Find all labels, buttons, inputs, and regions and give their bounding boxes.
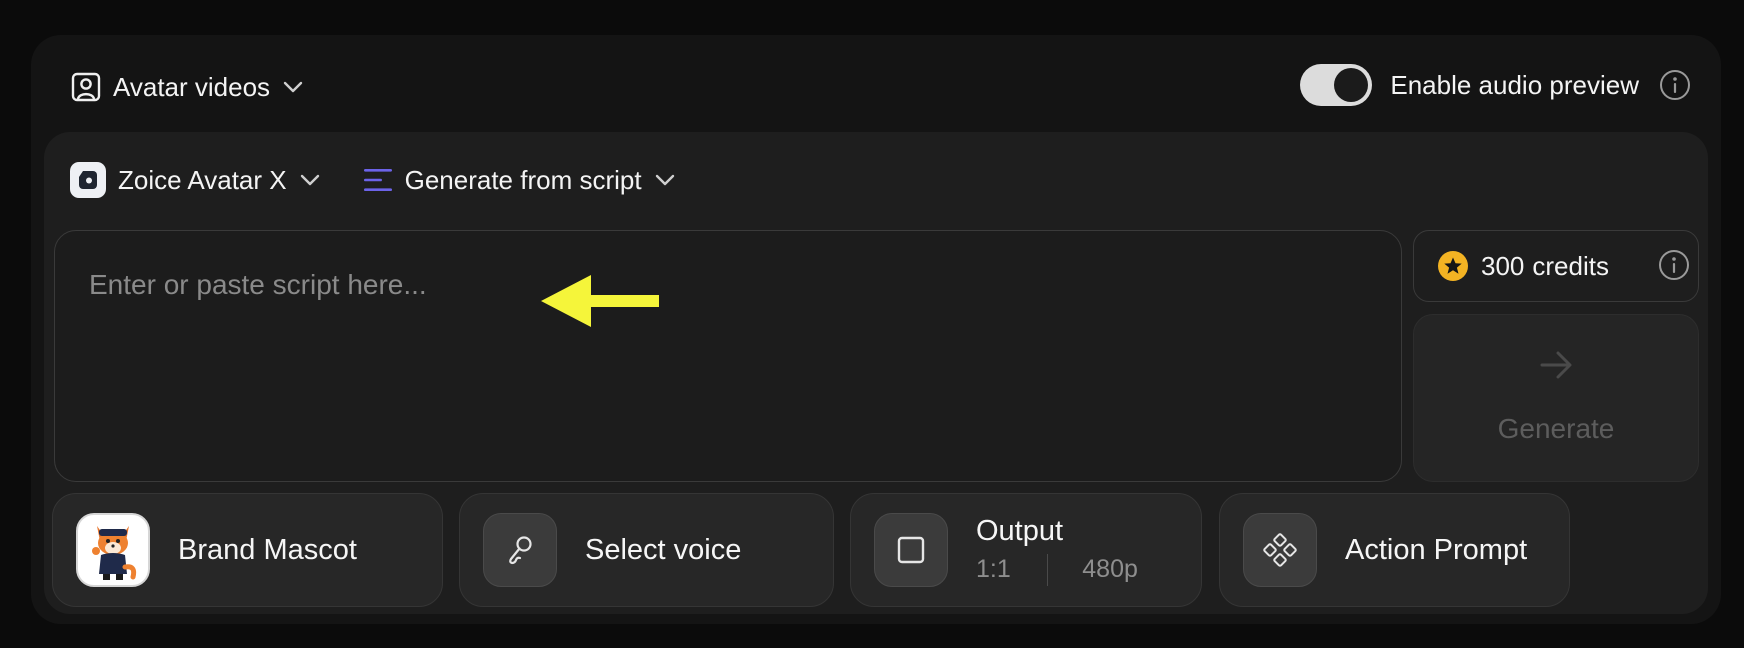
avatar-video-panel: Avatar videos Enable audio preview Zoice… — [31, 35, 1721, 624]
output-option-card[interactable]: Output 1:1 480p — [850, 493, 1202, 607]
star-coin-icon — [1438, 251, 1468, 281]
info-icon[interactable] — [1659, 69, 1691, 101]
avatar-option-card[interactable]: Brand Mascot — [52, 493, 443, 607]
lines-icon — [363, 165, 393, 195]
resolution-value: 480p — [1082, 555, 1138, 583]
script-input-container — [54, 230, 1402, 482]
output-text: Output 1:1 480p — [976, 515, 1138, 586]
generation-mode-dropdown[interactable]: Generate from script — [363, 164, 674, 196]
thumb-action — [1243, 513, 1317, 587]
audio-preview-control: Enable audio preview — [1300, 62, 1691, 108]
credits-amount: 300 — [1481, 250, 1525, 281]
top-bar: Avatar videos Enable audio preview — [31, 35, 1721, 133]
chevron-down-icon — [299, 172, 319, 188]
person-square-icon — [71, 72, 101, 102]
output-details: 1:1 480p — [976, 553, 1138, 586]
generation-mode-label: Generate from script — [404, 164, 642, 195]
model-dropdown[interactable]: Zoice Avatar X — [70, 162, 319, 198]
chevron-down-icon — [282, 79, 303, 95]
avatar-option-label: Brand Mascot — [178, 533, 357, 566]
script-input[interactable] — [55, 231, 1401, 481]
model-label: Zoice Avatar X — [118, 164, 287, 195]
toggle-knob — [1334, 68, 1369, 102]
credits-badge: 300 credits — [1413, 230, 1699, 302]
audio-preview-toggle[interactable] — [1300, 64, 1373, 106]
audio-preview-label: Enable audio preview — [1390, 69, 1639, 100]
mode-dropdown[interactable]: Avatar videos — [71, 67, 303, 107]
thumb-voice — [483, 513, 557, 587]
aspect-ratio-value: 1:1 — [976, 555, 1011, 583]
voice-option-label: Select voice — [585, 533, 742, 566]
model-logo-icon — [70, 162, 106, 198]
generate-button[interactable]: Generate — [1413, 314, 1699, 482]
chevron-down-icon — [654, 172, 674, 188]
diamond-dots-icon — [1263, 533, 1297, 567]
arrow-right-icon — [1538, 347, 1574, 383]
microphone-icon — [503, 533, 537, 567]
divider — [1046, 553, 1049, 586]
mode-label: Avatar videos — [113, 71, 271, 102]
mascot-avatar — [76, 513, 150, 587]
action-prompt-card[interactable]: Action Prompt — [1219, 493, 1570, 607]
composer-toolbar: Zoice Avatar X Generate from script — [70, 160, 674, 200]
voice-option-card[interactable]: Select voice — [459, 493, 834, 607]
info-icon[interactable] — [1658, 249, 1690, 281]
credits-label: credits — [1532, 250, 1609, 281]
square-icon — [896, 535, 926, 565]
thumb-output — [874, 513, 948, 587]
action-prompt-label: Action Prompt — [1345, 533, 1528, 566]
composer-panel: Zoice Avatar X Generate from script Ente… — [44, 132, 1708, 614]
generate-label: Generate — [1497, 413, 1615, 444]
output-title: Output — [976, 514, 1064, 547]
